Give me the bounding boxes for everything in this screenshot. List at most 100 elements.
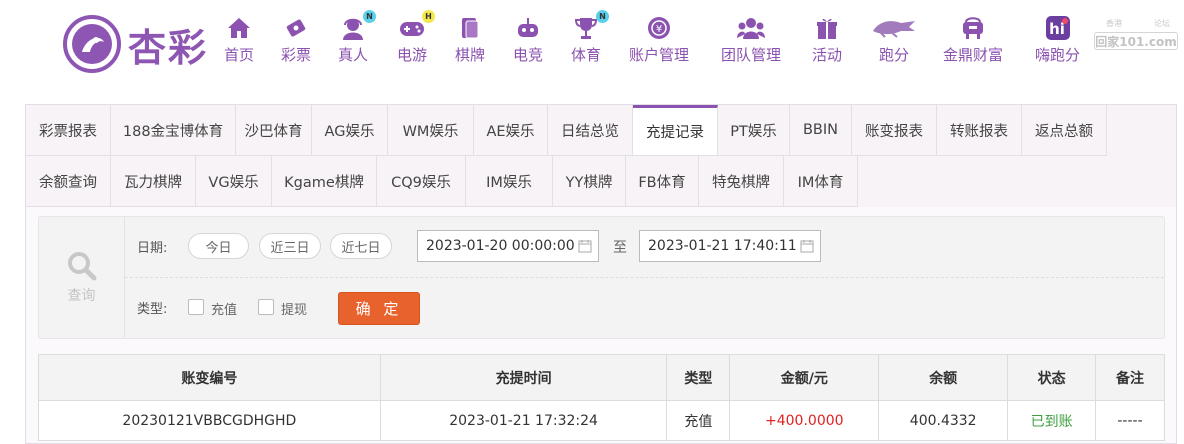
filter-box: 查询 日期: 今日 近三日 近七日 2023-01-20 00:00:00 至 … — [38, 216, 1165, 339]
col-balance: 余额 — [878, 354, 1009, 401]
nav-label: 金鼎财富 — [943, 46, 1004, 64]
tab-balance-query[interactable]: 余额查询 — [26, 156, 111, 207]
date-label: 日期: — [137, 241, 168, 256]
tab-im[interactable]: IM娱乐 — [466, 156, 553, 207]
tab-transfer-report[interactable]: 转账报表 — [937, 105, 1022, 156]
nav-item-slots[interactable]: H 电游 — [397, 10, 435, 65]
account-icon: ¥ — [644, 16, 674, 40]
col-remark: 备注 — [1095, 354, 1165, 401]
tab-kgame[interactable]: Kgame棋牌 — [272, 156, 377, 207]
tab-bbin[interactable]: BBIN — [790, 105, 852, 156]
col-status: 状态 — [1007, 354, 1097, 401]
tab-row-1: 彩票报表 188金宝博体育 沙巴体育 AG娱乐 WM娱乐 AE娱乐 日结总览 充… — [26, 105, 1107, 156]
live-dealer-icon: N — [338, 10, 376, 40]
tab-im-sports[interactable]: IM体育 — [784, 156, 858, 207]
tab-wali-chess[interactable]: 瓦力棋牌 — [111, 156, 196, 207]
today-button[interactable]: 今日 — [188, 233, 249, 259]
nav-item-hi-running[interactable]: hi 嗨跑分 — [1035, 16, 1080, 65]
cell-time: 2023-01-21 17:32:24 — [379, 400, 668, 441]
calendar-icon[interactable] — [800, 239, 814, 253]
tab-lottery-report[interactable]: 彩票报表 — [26, 105, 111, 156]
withdraw-checkbox[interactable] — [258, 299, 274, 315]
nav-item-lottery[interactable]: 彩票 — [281, 16, 311, 65]
withdraw-label: 提现 — [281, 303, 308, 318]
table-row[interactable]: 20230121VBBCGDHGHD 2023-01-21 17:32:24 充… — [38, 400, 1165, 441]
tab-row-2: 余额查询 瓦力棋牌 VG娱乐 Kgame棋牌 CQ9娱乐 IM娱乐 YY棋牌 F… — [26, 156, 858, 207]
cell-amount: +400.0000 — [729, 400, 880, 441]
nav-label: 电游 — [397, 46, 428, 64]
watermark-top-right: 论坛 — [1154, 19, 1170, 28]
tab-ae[interactable]: AE娱乐 — [474, 105, 548, 156]
nav-item-activity[interactable]: 活动 — [812, 16, 842, 65]
nav-label: 真人 — [338, 46, 369, 64]
nav-label: 体育 — [571, 46, 602, 64]
to-label: 至 — [613, 240, 627, 256]
tab-ag[interactable]: AG娱乐 — [312, 105, 388, 156]
nav-label: 账户管理 — [629, 46, 690, 64]
col-id: 账变编号 — [38, 354, 381, 401]
tab-cq9[interactable]: CQ9娱乐 — [377, 156, 466, 207]
nav-item-sports[interactable]: N 体育 — [571, 10, 609, 65]
team-icon — [736, 16, 766, 40]
start-date-input[interactable]: 2023-01-20 00:00:00 — [417, 230, 599, 262]
search-icon — [67, 251, 96, 280]
tab-vg[interactable]: VG娱乐 — [196, 156, 272, 207]
nav-item-live[interactable]: N 真人 — [338, 10, 376, 65]
col-amount: 金额/元 — [729, 354, 880, 401]
search-panel: 查询 — [39, 217, 125, 338]
tab-tetu-chess[interactable]: 特兔棋牌 — [699, 156, 784, 207]
nav-item-account[interactable]: ¥ 账户管理 — [629, 16, 689, 65]
tab-wm[interactable]: WM娱乐 — [388, 105, 474, 156]
end-date-value: 2023-01-21 17:40:11 — [648, 238, 797, 254]
lottery-icon — [281, 16, 311, 40]
nav-label: 彩票 — [281, 46, 312, 64]
cell-balance: 400.4332 — [878, 400, 1009, 441]
tab-pt[interactable]: PT娱乐 — [718, 105, 790, 156]
deposit-label: 充值 — [211, 303, 238, 318]
end-date-input[interactable]: 2023-01-21 17:40:11 — [639, 230, 821, 262]
date-row: 日期: 今日 近三日 近七日 2023-01-20 00:00:00 至 202… — [125, 217, 1164, 278]
records-table: 账变编号 充提时间 类型 金额/元 余额 状态 备注 20230121VBBCG… — [38, 354, 1165, 441]
nav-item-running[interactable]: 跑分 — [871, 16, 917, 65]
nav-label: 嗨跑分 — [1035, 46, 1081, 64]
cell-type: 充值 — [666, 400, 731, 441]
table-header-row: 账变编号 充提时间 类型 金额/元 余额 状态 备注 — [38, 354, 1165, 401]
new-badge: N — [596, 10, 609, 23]
tab-deposit-withdraw[interactable]: 充提记录 — [633, 105, 718, 156]
esports-icon — [513, 16, 543, 40]
nav-item-wealth[interactable]: 金鼎财富 — [943, 16, 1003, 65]
nav-item-home[interactable]: 首页 — [224, 16, 254, 65]
running-icon — [871, 16, 917, 40]
last-3-days-button[interactable]: 近三日 — [259, 233, 321, 259]
nav-label: 首页 — [224, 46, 255, 64]
tab-balance-change[interactable]: 账变报表 — [852, 105, 937, 156]
tab-yy-chess[interactable]: YY棋牌 — [553, 156, 626, 207]
tab-daily-summary[interactable]: 日结总览 — [548, 105, 633, 156]
tab-188-sports[interactable]: 188金宝博体育 — [111, 105, 236, 156]
tab-rebate-total[interactable]: 返点总额 — [1022, 105, 1107, 156]
hot-badge: H — [422, 10, 435, 23]
confirm-button[interactable]: 确 定 — [338, 292, 420, 325]
nav-item-team[interactable]: 团队管理 — [721, 16, 781, 65]
col-type: 类型 — [666, 354, 731, 401]
report-panel: 彩票报表 188金宝博体育 沙巴体育 AG娱乐 WM娱乐 AE娱乐 日结总览 充… — [25, 104, 1177, 444]
watermark: 香港 论坛 回家101.com — [1094, 18, 1178, 52]
nav-item-esports[interactable]: 电竞 — [513, 16, 543, 65]
deposit-checkbox[interactable] — [188, 299, 204, 315]
cell-id: 20230121VBBCGDHGHD — [38, 400, 381, 441]
hi-icon: hi — [1043, 16, 1073, 40]
logo-emblem-icon — [63, 15, 121, 73]
watermark-main: 回家101.com — [1094, 32, 1178, 50]
svg-text:¥: ¥ — [656, 24, 662, 35]
nav-item-chess[interactable]: 棋牌 — [455, 16, 485, 65]
nav-label: 团队管理 — [721, 46, 782, 64]
nav-label: 棋牌 — [455, 46, 486, 64]
calendar-icon[interactable] — [578, 239, 592, 253]
tab-fb-sports[interactable]: FB体育 — [626, 156, 699, 207]
last-7-days-button[interactable]: 近七日 — [330, 233, 392, 259]
brand-logo[interactable]: 杏彩 — [60, 12, 208, 76]
new-badge: N — [363, 10, 376, 23]
start-date-value: 2023-01-20 00:00:00 — [426, 238, 575, 254]
watermark-top-left: 香港 — [1106, 19, 1122, 28]
tab-saba-sports[interactable]: 沙巴体育 — [236, 105, 312, 156]
